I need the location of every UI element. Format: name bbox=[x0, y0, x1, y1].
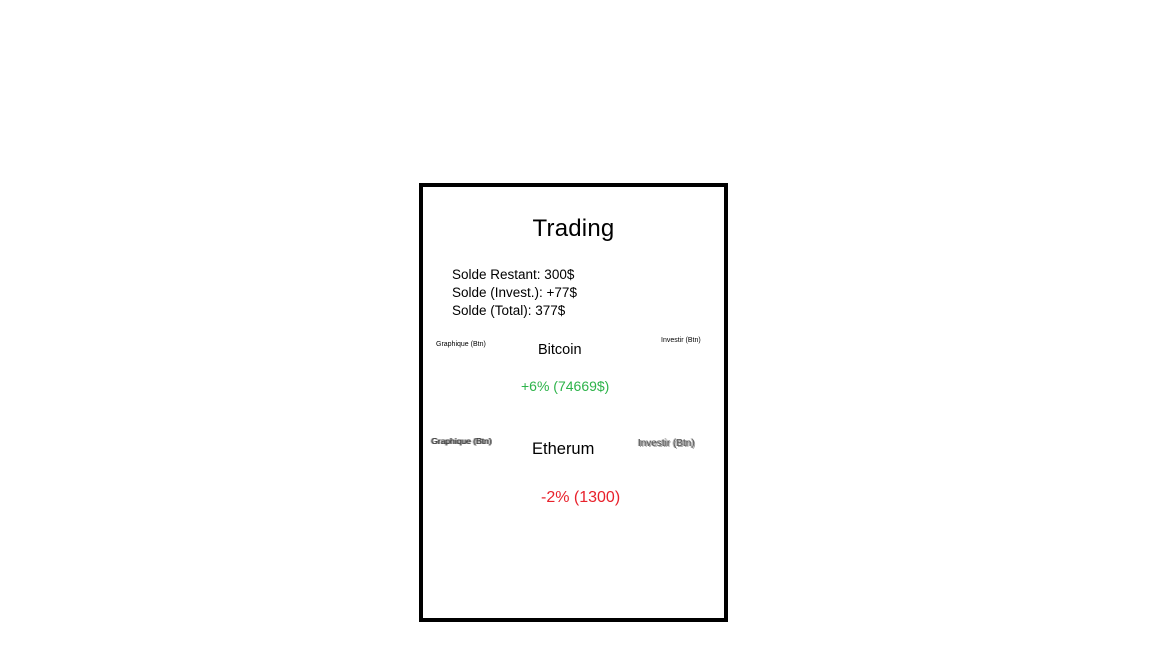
bitcoin-name: Bitcoin bbox=[538, 342, 582, 358]
bitcoin-change: +6% (74669$) bbox=[521, 378, 610, 394]
etherum-name: Etherum bbox=[532, 440, 595, 458]
etherum-graph-button[interactable]: Graphique (Btn) bbox=[431, 436, 491, 446]
bitcoin-invest-button[interactable]: Investir (Btn) bbox=[661, 337, 701, 344]
balance-total: Solde (Total): 377$ bbox=[452, 303, 566, 318]
phone-mockup-frame: Trading Solde Restant: 300$ Solde (Inves… bbox=[419, 183, 728, 622]
bitcoin-graph-button[interactable]: Graphique (Btn) bbox=[436, 341, 486, 348]
balance-remaining: Solde Restant: 300$ bbox=[452, 267, 575, 282]
etherum-change: -2% (1300) bbox=[541, 489, 621, 506]
canvas: Trading Solde Restant: 300$ Solde (Inves… bbox=[0, 0, 1152, 648]
balance-invested: Solde (Invest.): +77$ bbox=[452, 285, 577, 300]
etherum-invest-button[interactable]: Investir (Btn) bbox=[638, 438, 695, 449]
page-title: Trading bbox=[532, 215, 615, 242]
